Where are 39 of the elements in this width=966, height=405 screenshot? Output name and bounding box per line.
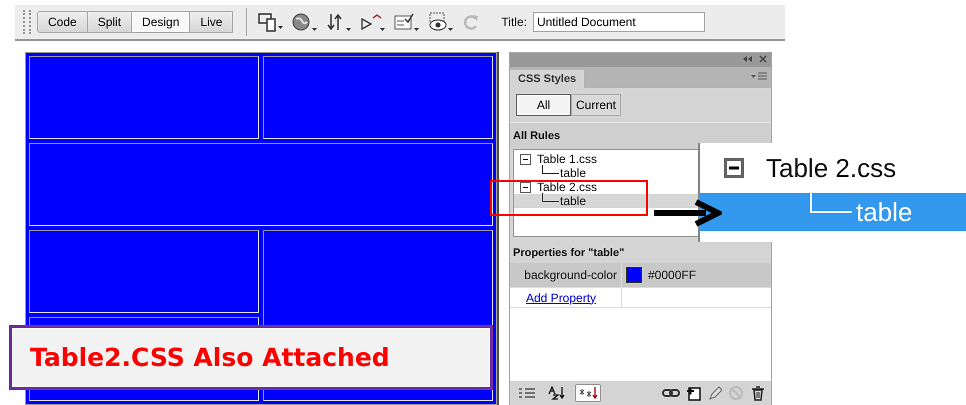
annotation-text: Table2.CSS Also Attached [30, 343, 390, 372]
collapse-toggle-icon [724, 158, 744, 178]
collapse-toggle-icon[interactable] [520, 182, 531, 192]
view-button[interactable]: Split [86, 11, 132, 33]
stylesheet-item[interactable]: Table 2.css [537, 180, 598, 194]
mode-button[interactable]: All [516, 94, 571, 116]
eye-icon[interactable] [427, 11, 456, 33]
title-label: Title: [501, 15, 527, 29]
view-toggle-button[interactable] [575, 384, 601, 402]
css-styles-tab[interactable]: CSS Styles [510, 70, 584, 88]
properties-heading: Properties for "table" [513, 247, 624, 259]
trash-icon[interactable] [750, 385, 766, 401]
play-preview-icon[interactable] [359, 11, 388, 33]
checklist-icon[interactable] [393, 11, 422, 33]
view-button[interactable]: Live [189, 11, 234, 33]
property-name: background-color [510, 263, 622, 287]
panel-menu-icon[interactable] [751, 72, 767, 82]
rule-name: table [856, 196, 912, 228]
rule-item[interactable]: table [514, 194, 699, 208]
transfer-arrows-icon[interactable] [325, 11, 354, 33]
all-rules-heading: All Rules [513, 130, 560, 142]
mode-button[interactable]: Current [571, 94, 622, 116]
globe-icon[interactable] [291, 11, 320, 33]
view-button[interactable]: Design [131, 11, 190, 33]
tree-connector [810, 193, 852, 213]
color-swatch[interactable] [626, 267, 642, 283]
stylesheet-item[interactable]: Table 1.css [537, 152, 598, 166]
pencil-icon[interactable] [708, 385, 722, 401]
rule-item[interactable]: table [514, 166, 699, 180]
add-property-link[interactable]: Add Property [526, 290, 596, 304]
collapse-toggle-icon[interactable] [520, 154, 531, 164]
toolbar-grip[interactable] [23, 10, 31, 34]
title-field[interactable]: Untitled Document [532, 12, 705, 32]
stylesheet-name: Table 2.css [766, 152, 896, 184]
property-value: #0000FF [648, 268, 696, 282]
link-icon[interactable] [662, 386, 680, 400]
devices-icon[interactable] [257, 11, 286, 33]
view-button[interactable]: Code [37, 11, 88, 33]
pointer-arrow [654, 198, 722, 228]
